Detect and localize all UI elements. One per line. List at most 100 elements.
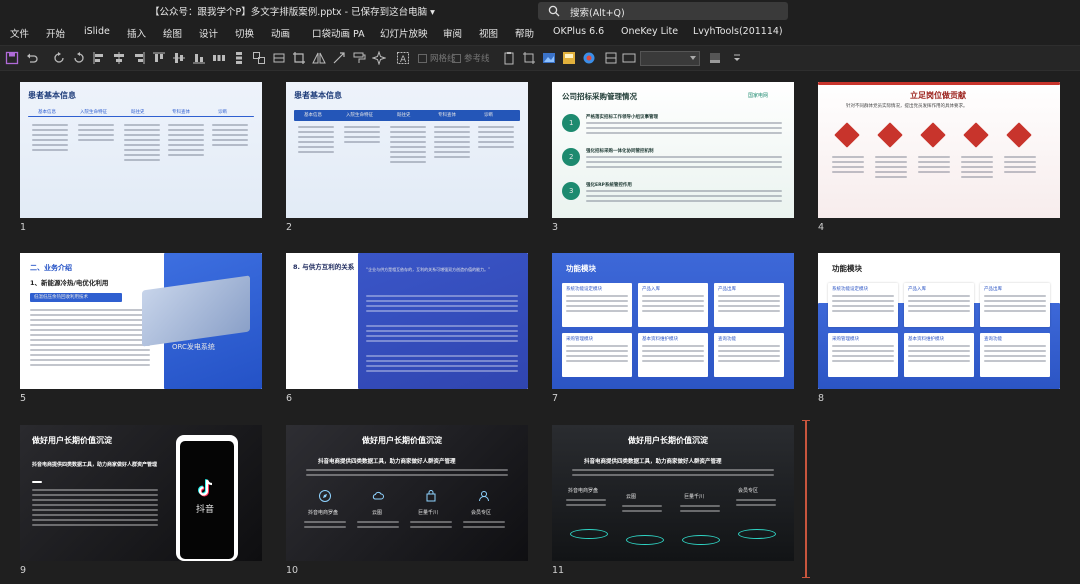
text-block: [908, 345, 970, 365]
align-left-icon[interactable]: [92, 51, 106, 65]
slide-thumbnail-4[interactable]: 立足岗位做贡献 针对不同群体党员实际情况，提出党员发挥作用的具体要求。: [818, 82, 1060, 218]
slide-subtitle: 抖音电商提供四类数据工具，助力商家做好人群资产管理: [318, 459, 456, 465]
slide-subtitle: 抖音电商提供四类数据工具，助力商家做好人群资产管理: [584, 459, 722, 465]
text-block: [984, 345, 1046, 365]
text-block: [124, 124, 160, 164]
slide-number: 4: [818, 222, 825, 233]
text-block: [306, 469, 508, 479]
customize-toolbar-icon[interactable]: [730, 51, 744, 65]
slide-title: 公司招标采购管理情况: [562, 92, 637, 101]
document-title[interactable]: 【公众号：跟我学个P】多文字排版案例.pptx - 已保存到这台电脑 ▾: [150, 4, 435, 18]
slide-thumbnail-9[interactable]: 做好用户长期价值沉淀 抖音电商提供四类数据工具，助力商家做好人群资产管理 抖音: [20, 425, 262, 561]
menu-insert[interactable]: 插入: [127, 26, 146, 40]
tool-name: 巨量千川: [418, 510, 439, 516]
menu-slideshow[interactable]: 幻灯片放映: [380, 26, 428, 40]
slide-title: 立足岗位做贡献: [910, 91, 966, 100]
menu-lvyhtools[interactable]: LvyhTools(201114): [693, 26, 783, 37]
shape-icon[interactable]: [604, 51, 618, 65]
guides-checkbox[interactable]: 参考线: [452, 52, 490, 64]
menu-islide[interactable]: iSlide: [84, 26, 110, 37]
align-top-icon[interactable]: [152, 51, 166, 65]
crop-icon[interactable]: [292, 51, 306, 65]
theme-icon[interactable]: [562, 51, 576, 65]
rotate-icon[interactable]: [72, 51, 86, 65]
tool-name: 巨量千川: [684, 494, 705, 500]
group-icon[interactable]: [252, 51, 266, 65]
align-bottom-icon[interactable]: [192, 51, 206, 65]
flip-icon[interactable]: [312, 51, 326, 65]
column-header: 既往史: [131, 110, 145, 115]
text-block: [390, 126, 426, 166]
text-block: [918, 156, 950, 176]
highlight-icon[interactable]: [708, 51, 722, 65]
color-circle-icon[interactable]: [582, 51, 596, 65]
magic-icon[interactable]: [372, 51, 386, 65]
menu-animations[interactable]: 动画: [271, 26, 290, 40]
item-title: 强化招标采购一体化协同管控机制: [586, 149, 654, 154]
item-title: 强化ERP系统管控作用: [586, 183, 632, 188]
font-size-combo[interactable]: [640, 51, 700, 66]
distribute-horizontal-icon[interactable]: [212, 51, 226, 65]
text-box-icon[interactable]: A: [396, 51, 410, 65]
search-placeholder: 搜索(Alt+Q): [570, 8, 625, 19]
slide-thumbnail-5[interactable]: 二、业务介绍 1、新能源冷热/电优化利用 低温低压余热回收利用技术 ORC发电系…: [20, 253, 262, 389]
tiktok-logo-icon: [198, 479, 213, 497]
align-middle-icon[interactable]: [172, 51, 186, 65]
menu-home[interactable]: 开始: [46, 26, 65, 40]
slide-subtitle: 1、新能源冷热/电优化利用: [30, 279, 109, 287]
slide-thumbnail-2[interactable]: 患者基本信息 基本信息 入院生命特征 既往史 专科查体 诊断: [286, 82, 528, 218]
group-people-icon: [920, 122, 946, 148]
slide-title: 患者基本信息: [28, 91, 76, 100]
menu-help[interactable]: 帮助: [515, 26, 534, 40]
module-title: 系统功能设定模块: [832, 287, 868, 292]
distribute-vertical-icon[interactable]: [232, 51, 246, 65]
slide-thumbnail-10[interactable]: 做好用户长期价值沉淀 抖音电商提供四类数据工具，助力商家做好人群资产管理 抖音电…: [286, 425, 528, 561]
menu-onekey[interactable]: OneKey Lite: [621, 26, 678, 37]
menu-transitions[interactable]: 切换: [235, 26, 254, 40]
align-right-icon[interactable]: [132, 51, 146, 65]
save-icon[interactable]: [5, 51, 19, 65]
column-header: 诊断: [484, 113, 493, 118]
slide-thumbnail-3[interactable]: 公司招标采购管理情况 国家电网 1 严格落实招标工作领导小组议事管理 2 强化招…: [552, 82, 794, 218]
module-title: 基本资料维护模块: [642, 337, 678, 342]
ribbon-tabs: 文件 开始 iSlide 插入 绘图 设计 切换 动画 口袋动画 PA 幻灯片放…: [0, 22, 1080, 42]
chart-icon: [963, 122, 989, 148]
slide-thumbnail-1[interactable]: 患者基本信息 基本信息 入院生命特征 既往史 专科查体 诊断: [20, 82, 262, 218]
column-header: 入院生命特征: [346, 113, 373, 118]
menu-view[interactable]: 视图: [479, 26, 498, 40]
menu-draw[interactable]: 绘图: [163, 26, 182, 40]
crop-tool-icon[interactable]: [522, 51, 536, 65]
align-center-icon[interactable]: [112, 51, 126, 65]
cloud-icon: [372, 491, 384, 500]
step-number: 3: [569, 187, 574, 195]
slide-thumbnail-8[interactable]: 功能模块 系统功能设定模块 产品入库 产品出库 采购管理模块 基本资料维护模块 …: [818, 253, 1060, 389]
paste-icon[interactable]: [502, 51, 516, 65]
text-block: [78, 124, 114, 144]
menu-pocket-animation[interactable]: 口袋动画 PA: [312, 26, 365, 40]
menu-okplus[interactable]: OKPlus 6.6: [553, 26, 604, 37]
text-block: [366, 355, 518, 375]
powerpoint-window: 【公众号：跟我学个P】多文字排版案例.pptx - 已保存到这台电脑 ▾ 搜索(…: [0, 0, 1080, 584]
menu-review[interactable]: 审阅: [443, 26, 462, 40]
connector-icon[interactable]: [332, 51, 346, 65]
gridlines-checkbox[interactable]: 网格线: [418, 52, 456, 64]
menu-design[interactable]: 设计: [199, 26, 218, 40]
search-box[interactable]: 搜索(Alt+Q): [538, 2, 788, 20]
slide-icon[interactable]: [622, 51, 636, 65]
slide-title: 做好用户长期价值沉淀: [32, 436, 112, 445]
redo-icon[interactable]: [52, 51, 66, 65]
format-painter-icon[interactable]: [352, 51, 366, 65]
header-rule: [28, 116, 254, 117]
module-title: 产品出库: [984, 287, 1002, 292]
menu-file[interactable]: 文件: [10, 26, 29, 40]
size-match-icon[interactable]: [272, 51, 286, 65]
slide-thumbnail-7[interactable]: 功能模块 系统功能设定模块 产品入库 产品出库 采购管理模块 基本资料维护模块 …: [552, 253, 794, 389]
text-block: [622, 505, 662, 515]
slide-thumbnail-6[interactable]: 8. 与供方互利的关系 “企业与供方是相互依存的，互利的关系可增强双方创造价值的…: [286, 253, 528, 389]
insertion-marker: [802, 420, 810, 578]
slide-title: 功能模块: [832, 264, 862, 273]
picture-icon[interactable]: [542, 51, 556, 65]
slide-thumbnail-11[interactable]: 做好用户长期价值沉淀 抖音电商提供四类数据工具，助力商家做好人群资产管理 抖音电…: [552, 425, 794, 561]
undo-icon[interactable]: [25, 51, 39, 65]
text-block: [344, 126, 380, 146]
